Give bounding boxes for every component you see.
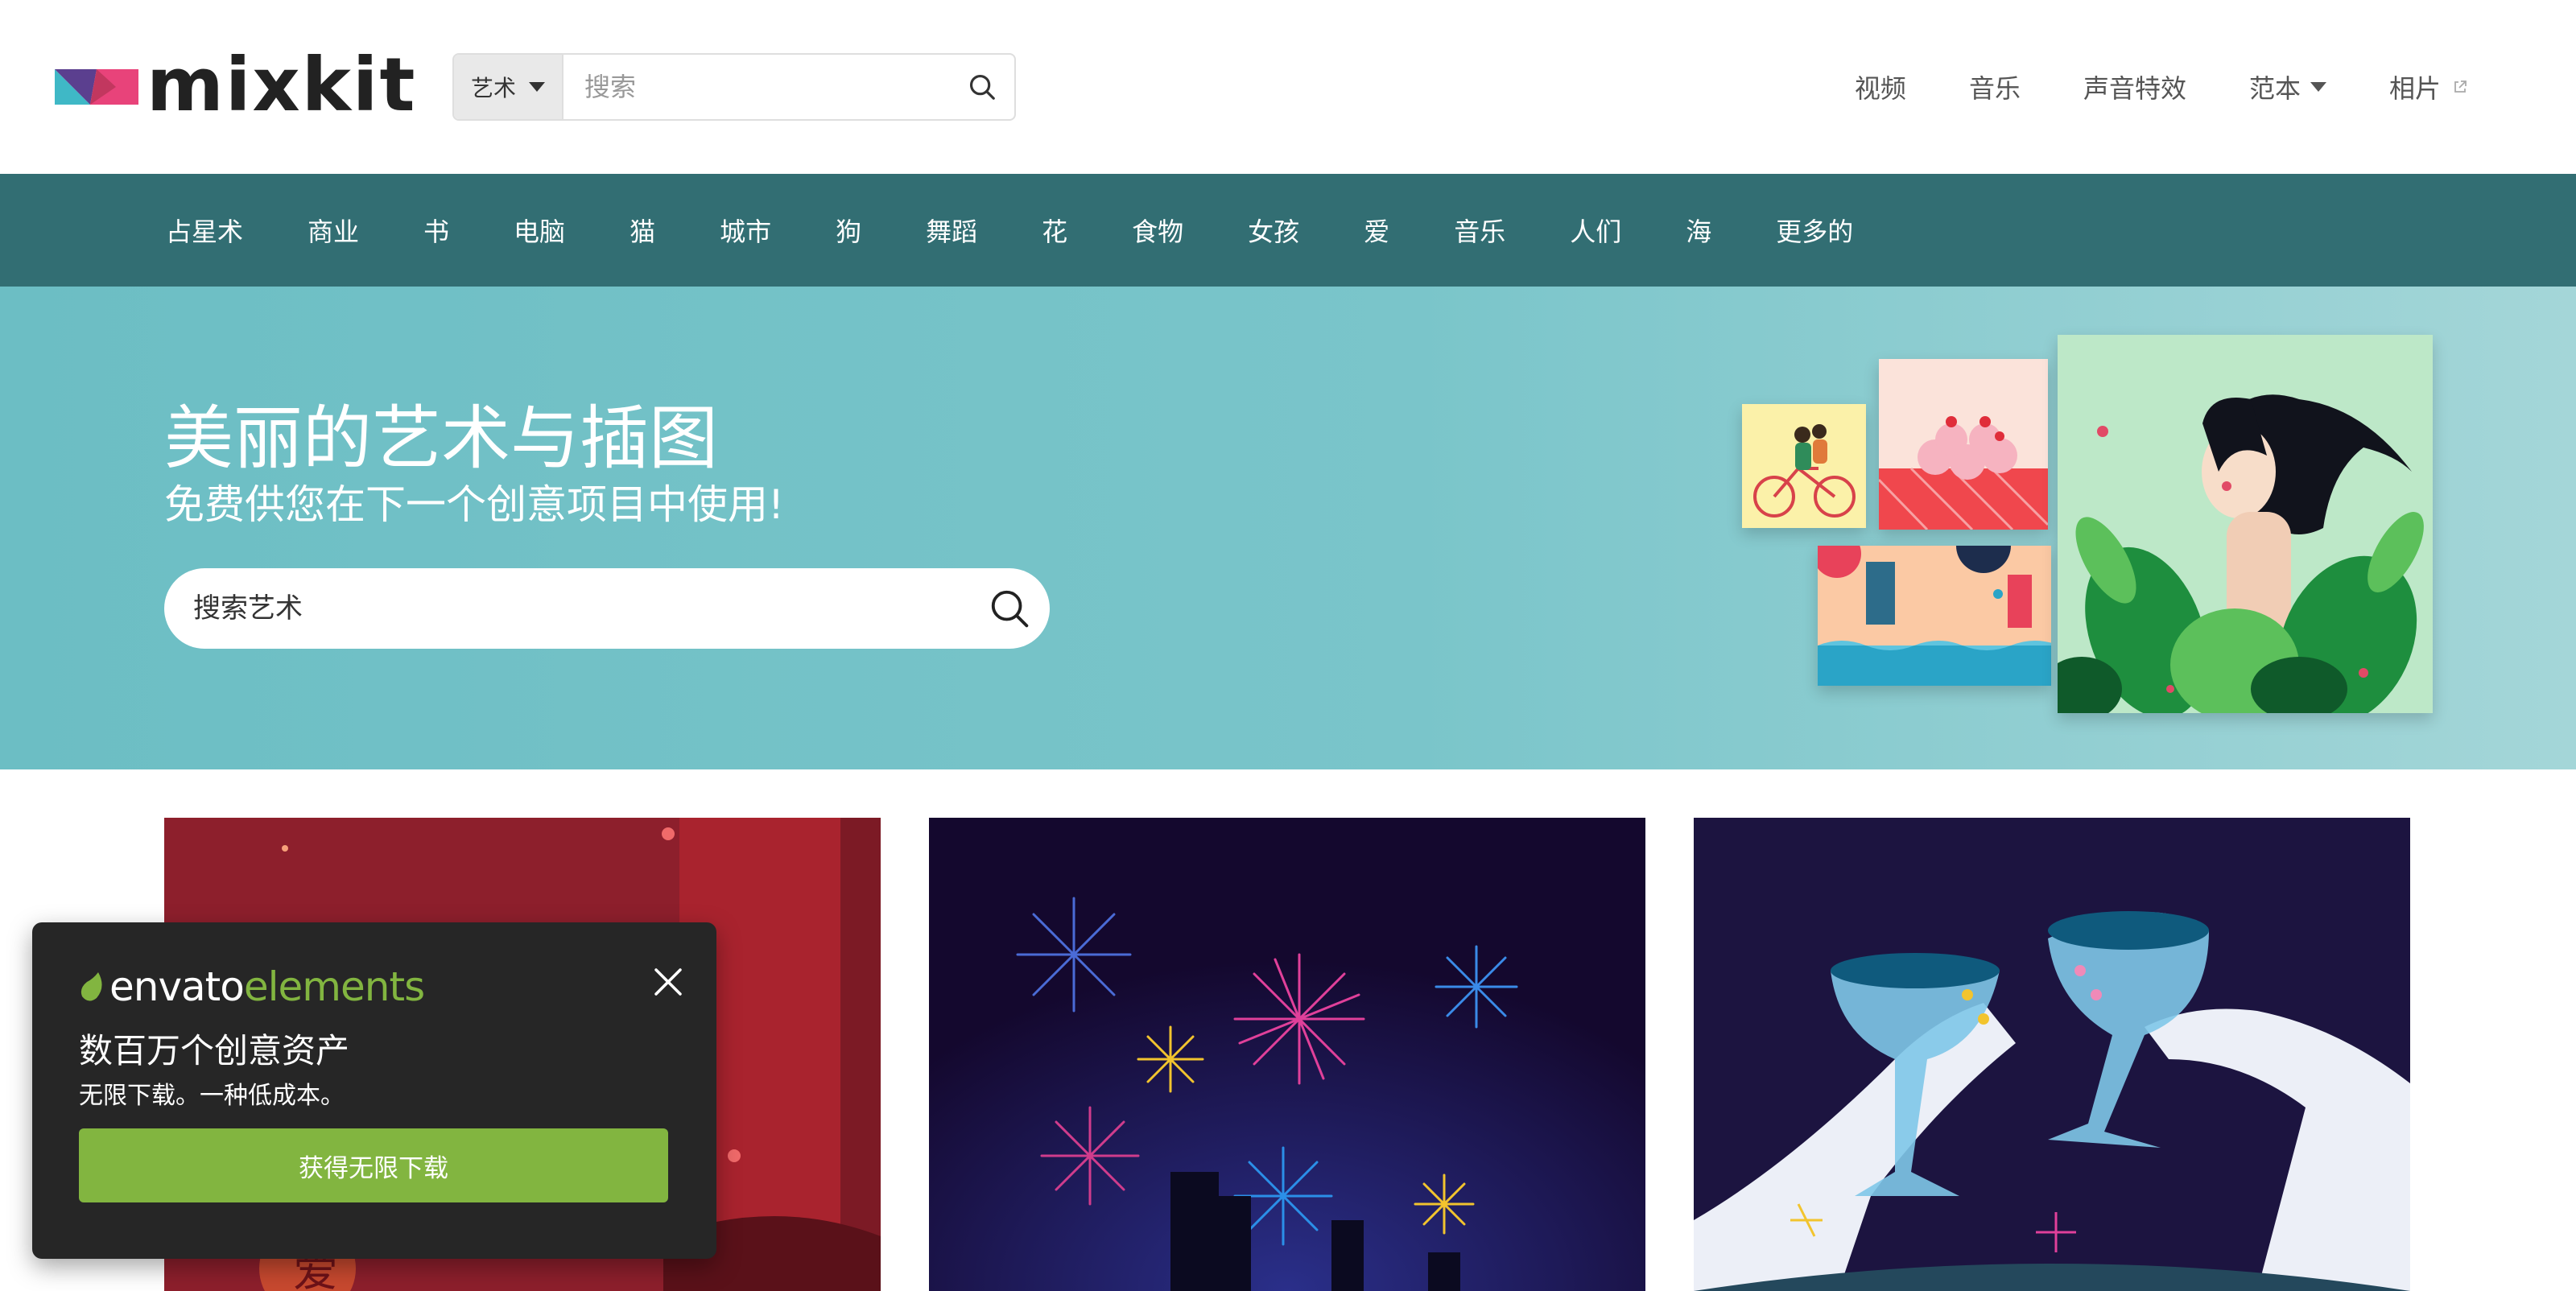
category-city[interactable]: 城市	[720, 212, 771, 249]
nav-photos[interactable]: 相片	[2389, 68, 2468, 105]
hero-collage	[1739, 335, 2463, 721]
header-search: 艺术	[452, 53, 1016, 121]
category-sea[interactable]: 海	[1686, 212, 1711, 249]
category-books[interactable]: 书	[423, 212, 449, 249]
collage-tile-bike	[1742, 404, 1866, 528]
category-business[interactable]: 商业	[308, 212, 359, 249]
collage-tile-beach	[1818, 546, 2051, 686]
popup-title: 数百万个创意资产	[79, 1031, 350, 1070]
search-button[interactable]	[950, 55, 1014, 119]
category-girl[interactable]: 女孩	[1248, 212, 1299, 249]
hero-search-button[interactable]	[969, 568, 1050, 649]
category-dance[interactable]: 舞蹈	[926, 212, 977, 249]
nav-music[interactable]: 音乐	[1969, 68, 2021, 105]
envato-brand-part2: elements	[243, 963, 425, 1010]
nav-templates[interactable]: 范本	[2249, 68, 2326, 105]
caret-down-icon	[2310, 82, 2326, 92]
envato-brand-part1: envato	[109, 963, 245, 1010]
nav-sound-effects[interactable]: 声音特效	[2083, 68, 2186, 105]
nav-videos[interactable]: 视频	[1855, 68, 1906, 105]
hero-subtitle: 免费供您在下一个创意项目中使用!	[164, 481, 785, 528]
envato-elements-logo[interactable]: envato elements	[79, 963, 425, 1010]
cupcakes-illustration	[1879, 416, 2048, 530]
envato-promo-popup: envato elements 数百万个创意资产 无限下载。一种低成本。 获得无限…	[32, 922, 716, 1259]
hero-title: 美丽的艺术与插图	[164, 398, 718, 479]
hero-search	[164, 568, 1050, 649]
bicycle-illustration	[1753, 424, 1856, 518]
category-bar: 占星术 商业 书 电脑 猫 城市 狗 舞蹈 花 食物 女孩 爱 音乐 人们 海 …	[0, 174, 2576, 287]
category-flowers[interactable]: 花	[1042, 212, 1067, 249]
art-thumbnail-fireworks	[929, 818, 1645, 1291]
nav-videos-label: 视频	[1854, 73, 1906, 104]
top-nav: 视频 音乐 声音特效 范本 相片	[1855, 66, 2468, 108]
popup-close-button[interactable]	[644, 958, 692, 1006]
caret-down-icon	[529, 82, 545, 92]
category-food[interactable]: 食物	[1132, 212, 1183, 249]
art-card-fireworks[interactable]	[929, 818, 1645, 1291]
category-love[interactable]: 爱	[1364, 212, 1389, 249]
category-cats[interactable]: 猫	[630, 212, 655, 249]
category-music[interactable]: 音乐	[1454, 212, 1505, 249]
nav-photos-label: 相片	[2388, 73, 2441, 104]
site-header: mixkit 艺术 视频 音乐 声音特效 范本 相片	[0, 0, 2576, 174]
art-thumbnail-toast	[1694, 818, 2410, 1291]
external-link-icon	[2454, 80, 2467, 93]
hero-search-input[interactable]	[164, 592, 969, 625]
category-more[interactable]: 更多的	[1776, 212, 1853, 249]
category-dogs[interactable]: 狗	[836, 212, 861, 249]
popup-subtitle: 无限下载。一种低成本。	[79, 1082, 345, 1110]
search-icon	[969, 74, 995, 100]
search-category-label: 艺术	[470, 75, 516, 101]
collage-tile-girl-leaves	[2058, 335, 2433, 713]
logo-wordmark: mixkit	[147, 42, 417, 128]
mixkit-logo[interactable]: mixkit	[55, 45, 416, 126]
nav-templates-label: 范本	[2248, 73, 2301, 104]
category-astrology[interactable]: 占星术	[166, 212, 243, 249]
search-input[interactable]	[564, 55, 950, 119]
mixkit-logo-mark-icon	[55, 69, 138, 105]
get-unlimited-downloads-button[interactable]: 获得无限下载	[79, 1128, 668, 1202]
hero-banner: 美丽的艺术与插图 免费供您在下一个创意项目中使用!	[0, 287, 2576, 769]
category-people[interactable]: 人们	[1570, 212, 1621, 249]
nav-music-label: 音乐	[1968, 73, 2021, 104]
close-icon	[654, 968, 682, 996]
envato-leaf-icon	[80, 972, 102, 1001]
category-computer[interactable]: 电脑	[514, 212, 565, 249]
search-icon	[991, 590, 1029, 628]
art-card-toast[interactable]	[1694, 818, 2410, 1291]
collage-tile-cupcakes	[1879, 359, 2048, 530]
beach-illustration	[1818, 546, 2051, 686]
girl-leaves-illustration	[2058, 394, 2424, 713]
nav-sound-effects-label: 声音特效	[2083, 73, 2186, 104]
search-category-dropdown[interactable]: 艺术	[454, 55, 564, 119]
